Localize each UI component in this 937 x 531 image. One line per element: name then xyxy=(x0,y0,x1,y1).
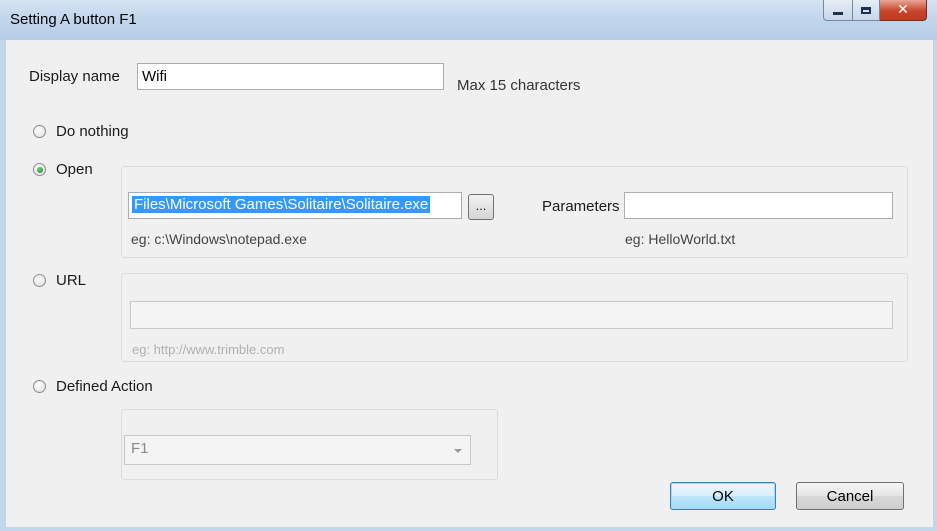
close-icon: ✕ xyxy=(897,2,909,18)
open-path-selected-text: Files\Microsoft Games\Solitaire\Solitair… xyxy=(132,196,431,213)
defined-action-select[interactable]: F1 xyxy=(124,435,471,465)
cancel-button[interactable]: Cancel xyxy=(796,482,904,510)
url-hint: eg: http://www.trimble.com xyxy=(132,342,285,357)
radio-icon xyxy=(33,274,46,287)
chevron-down-icon xyxy=(454,449,462,453)
do-nothing-radio[interactable]: Do nothing xyxy=(33,123,129,140)
parameters-input[interactable] xyxy=(624,192,893,219)
defined-action-label: Defined Action xyxy=(56,378,153,395)
defined-action-value: F1 xyxy=(131,440,149,457)
display-name-label: Display name xyxy=(29,68,120,85)
maximize-button[interactable] xyxy=(853,0,880,21)
url-label: URL xyxy=(56,272,87,289)
minimize-button[interactable] xyxy=(823,0,853,21)
window-title: Setting A button F1 xyxy=(10,11,137,28)
minimize-icon xyxy=(833,11,843,15)
browse-button[interactable]: ... xyxy=(468,194,494,220)
url-input[interactable] xyxy=(130,301,893,329)
open-radio[interactable]: Open xyxy=(33,161,93,178)
open-path-input[interactable]: Files\Microsoft Games\Solitaire\Solitair… xyxy=(128,192,462,219)
window-controls: ✕ xyxy=(823,0,927,22)
ok-button[interactable]: OK xyxy=(670,482,776,510)
display-name-input[interactable] xyxy=(137,63,444,90)
url-radio[interactable]: URL xyxy=(33,272,86,289)
close-button[interactable]: ✕ xyxy=(880,0,927,21)
radio-icon xyxy=(33,125,46,138)
title-bar[interactable]: Setting A button F1 ✕ xyxy=(0,0,937,40)
do-nothing-label: Do nothing xyxy=(56,123,129,140)
radio-selected-icon xyxy=(33,163,46,176)
open-label: Open xyxy=(56,161,93,178)
display-name-hint: Max 15 characters xyxy=(457,77,581,94)
parameters-hint: eg: HelloWorld.txt xyxy=(625,231,736,247)
dialog-body: Display name Max 15 characters Do nothin… xyxy=(5,40,934,527)
open-path-hint: eg: c:\Windows\notepad.exe xyxy=(131,231,307,247)
maximize-icon xyxy=(861,6,871,14)
window-frame-bottom xyxy=(0,527,937,531)
radio-icon xyxy=(33,380,46,393)
parameters-label: Parameters xyxy=(542,198,620,215)
defined-action-radio[interactable]: Defined Action xyxy=(33,378,153,395)
